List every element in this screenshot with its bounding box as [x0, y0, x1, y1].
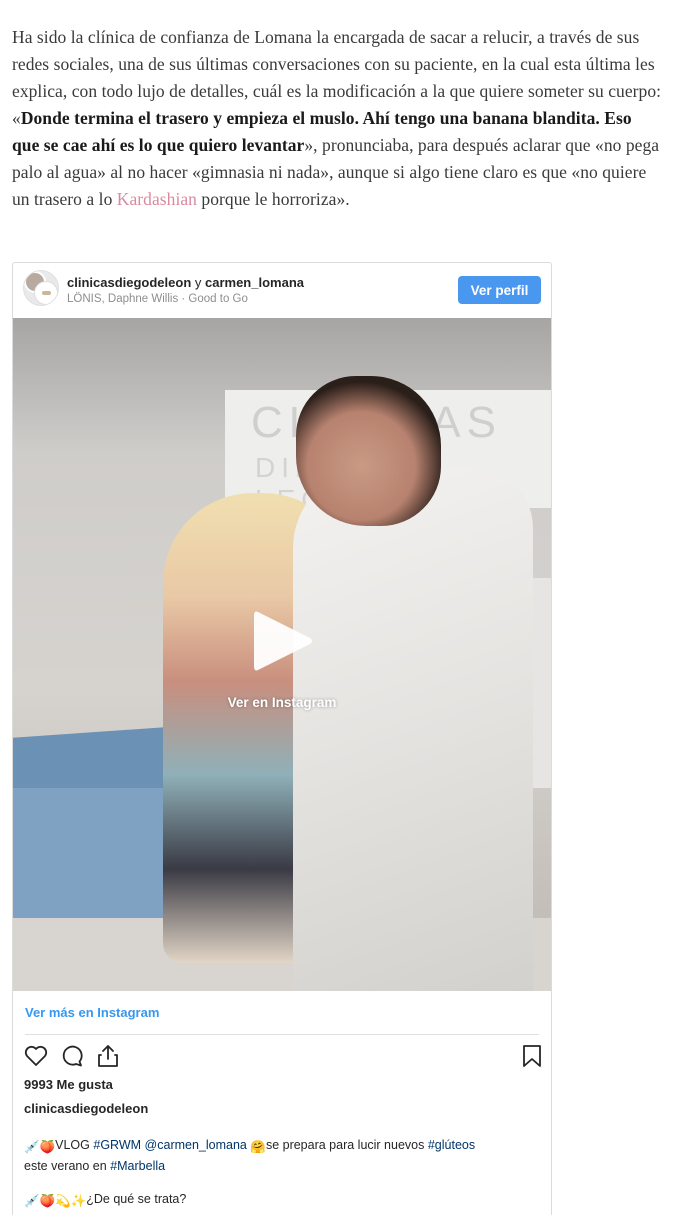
doctor-head [296, 376, 441, 526]
post-caption: 💉🍑VLOG #GRWM @carmen_lomana 🤗se prepara … [24, 1136, 534, 1176]
heart-icon[interactable] [23, 1043, 49, 1069]
comment-icon[interactable] [59, 1043, 85, 1069]
avatar-logo [34, 281, 58, 305]
caption-text-2: este verano en [24, 1159, 107, 1173]
caption-emoji-2: 🤗 [250, 1140, 266, 1154]
share-icon[interactable] [95, 1043, 121, 1069]
caption-vlog: VLOG [55, 1138, 90, 1152]
doctor-coat [293, 468, 533, 991]
caption-emoji-1: 💉🍑 [24, 1140, 56, 1154]
hashtag-gluteos[interactable]: #glúteos [428, 1138, 475, 1152]
caption-text-1: se prepara para lucir nuevos [265, 1138, 425, 1152]
caption2-emoji: 💉🍑💫✨ [24, 1194, 87, 1208]
hashtag-marbella[interactable]: #Marbella [110, 1159, 165, 1173]
embed-header: clinicasdiegodeleon y carmen_lomana LÖNI… [13, 263, 551, 318]
likes-count[interactable]: 9993 Me gusta [24, 1077, 113, 1092]
view-more-link[interactable]: Ver más en Instagram [25, 1005, 159, 1020]
caption2-text: ¿De qué se trata? [86, 1192, 187, 1206]
account-names: clinicasdiegodeleon y carmen_lomana [67, 275, 304, 290]
post-caption-2: 💉🍑💫✨¿De qué se trata? [24, 1190, 534, 1211]
mention-carmen[interactable]: @carmen_lomana [145, 1138, 247, 1152]
account-link-clinic[interactable]: clinicasdiegodeleon [67, 275, 191, 290]
avatar[interactable] [23, 270, 59, 306]
action-bar [23, 1043, 543, 1073]
view-profile-button[interactable]: Ver perfil [458, 276, 541, 304]
bookmark-icon[interactable] [519, 1043, 545, 1069]
music-info[interactable]: LÖNIS, Daphne Willis · Good to Go [67, 293, 248, 305]
post-owner[interactable]: clinicasdiegodeleon [24, 1101, 148, 1116]
divider [25, 1034, 539, 1035]
article-paragraph: Ha sido la clínica de confianza de Loman… [12, 24, 662, 213]
video-thumbnail[interactable]: CLINICAS DIEGO DE LEÓN Ver en Instagram [13, 318, 551, 991]
watch-on-instagram-label[interactable]: Ver en Instagram [13, 695, 551, 710]
play-icon[interactable] [252, 608, 314, 674]
kardashian-link[interactable]: Kardashian [117, 189, 197, 209]
article-text-3: porque le horroriza». [197, 189, 350, 209]
account-link-carmen[interactable]: carmen_lomana [205, 275, 304, 290]
account-conjunction: y [191, 275, 205, 290]
hashtag-grwm[interactable]: #GRWM [93, 1138, 141, 1152]
instagram-embed: clinicasdiegodeleon y carmen_lomana LÖNI… [12, 262, 552, 1215]
